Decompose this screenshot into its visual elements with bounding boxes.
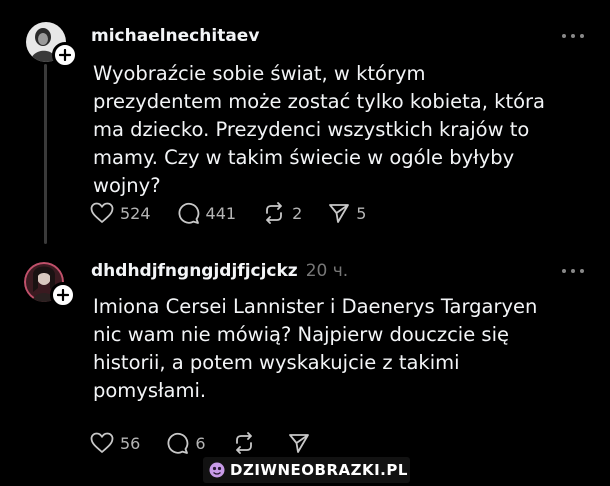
- follow-plus-icon[interactable]: [52, 42, 78, 68]
- follow-plus-icon[interactable]: [50, 282, 76, 308]
- like-count: 56: [120, 433, 141, 453]
- watermark-logo-icon: [209, 462, 225, 478]
- avatar[interactable]: [24, 262, 76, 308]
- thread-line: [44, 64, 47, 244]
- more-dots-icon[interactable]: [562, 33, 584, 39]
- like-button[interactable]: 524: [90, 202, 151, 224]
- watermark-text: DZIWNEOBRAZKI.PL: [230, 461, 408, 479]
- username-text[interactable]: michaelnechitaev: [91, 26, 259, 46]
- share-button[interactable]: 5: [328, 202, 366, 224]
- like-count: 524: [120, 203, 151, 223]
- avatar[interactable]: [26, 22, 78, 68]
- username[interactable]: michaelnechitaev: [91, 26, 259, 46]
- heart-icon: [90, 202, 114, 223]
- repost-button[interactable]: 2: [262, 202, 302, 224]
- share-button[interactable]: [288, 432, 316, 454]
- post-actions: 524 441 2 5: [90, 200, 392, 226]
- post-time: 20 ч.: [305, 261, 349, 281]
- share-count: 5: [356, 203, 367, 223]
- watermark: DZIWNEOBRAZKI.PL: [203, 457, 410, 483]
- post-1: michaelnechitaev Wyobraźcie sobie świat,…: [0, 0, 610, 250]
- repost-icon: [235, 432, 252, 454]
- heart-icon: [90, 432, 114, 453]
- repost-icon: [266, 202, 282, 224]
- reply-button[interactable]: 441: [177, 202, 237, 225]
- repost-button[interactable]: [232, 432, 262, 454]
- post-2: dhdhdjfngngjdjfjcjckz 20 ч. Imiona Cersei…: [0, 252, 610, 486]
- more-dots-icon[interactable]: [562, 268, 584, 274]
- repost-count: 2: [292, 203, 303, 223]
- reply-button[interactable]: 6: [166, 432, 206, 455]
- like-button[interactable]: 56: [90, 432, 140, 454]
- username-text[interactable]: dhdhdjfngngjdjfjcjckz: [91, 261, 298, 281]
- comment-icon: [178, 202, 199, 224]
- send-icon: [288, 434, 309, 453]
- post-text: Imiona Cersei Lannister i Daenerys Targa…: [93, 295, 538, 402]
- reply-count: 6: [195, 433, 206, 453]
- comment-icon: [167, 432, 189, 454]
- post-actions: 56 6: [90, 430, 342, 456]
- send-icon: [329, 204, 350, 223]
- post-text: Wyobraźcie sobie świat, w którym prezyde…: [93, 62, 545, 197]
- reply-count: 441: [205, 203, 237, 223]
- username[interactable]: dhdhdjfngngjdjfjcjckz 20 ч.: [91, 261, 348, 281]
